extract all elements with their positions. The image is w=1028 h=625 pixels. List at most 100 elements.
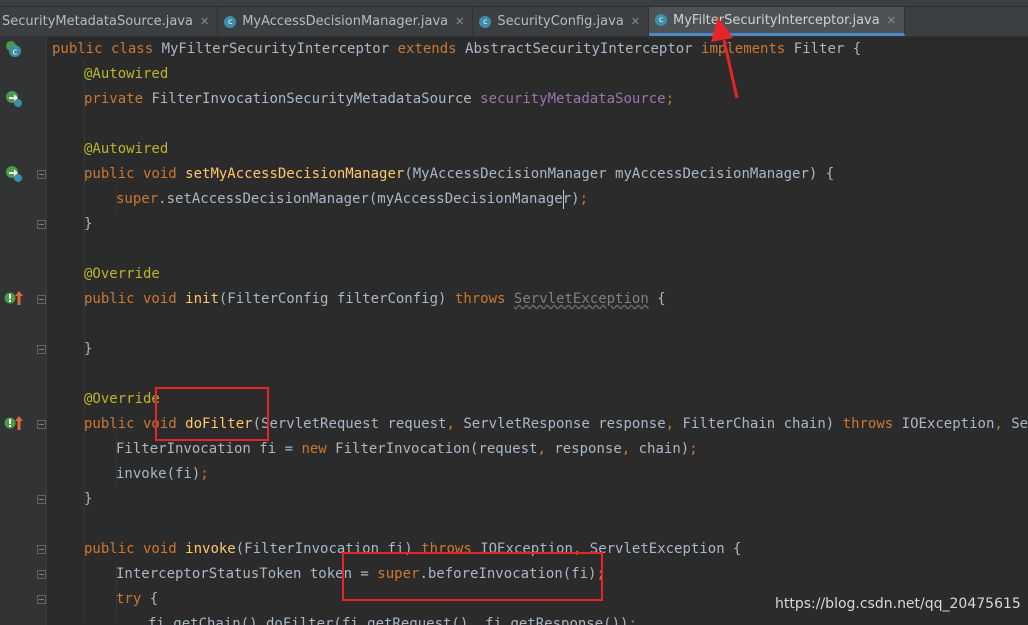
punctuation: , xyxy=(994,416,1012,432)
punctuation: , xyxy=(621,441,639,457)
code-line-13[interactable]: } xyxy=(84,337,92,362)
keyword: public void xyxy=(84,166,186,182)
keyword: public class xyxy=(52,41,162,57)
method-call: .setAccessDecisionManager(myAccessDecisi… xyxy=(158,191,580,207)
fold-marker[interactable] xyxy=(37,420,46,429)
close-icon[interactable]: ✕ xyxy=(887,14,896,27)
punctuation: ; xyxy=(689,441,698,457)
tab-label: SecurityConfig.java xyxy=(497,14,624,29)
implementing-icon[interactable] xyxy=(4,164,24,184)
keyword: throws xyxy=(454,291,514,307)
tab-my-access-decision-manager[interactable]: c MyAccessDecisionManager.java ✕ xyxy=(218,7,474,36)
code-line-8[interactable]: } xyxy=(84,212,92,237)
type-name: AbstractSecurityInterceptor xyxy=(465,41,702,57)
highlight-box-dofilter xyxy=(155,387,269,441)
code-line-5[interactable]: @Autowired xyxy=(84,137,168,162)
keyword: new xyxy=(301,441,336,457)
type-name: Filter { xyxy=(793,41,862,57)
keyword: super xyxy=(116,191,159,207)
parameter: (ServletRequest request xyxy=(252,416,447,432)
tab-label: SecurityMetadataSource.java xyxy=(2,14,193,29)
argument: chain) xyxy=(638,441,690,457)
tab-security-config[interactable]: c SecurityConfig.java ✕ xyxy=(473,7,650,36)
text-caret xyxy=(563,190,564,209)
fold-marker[interactable] xyxy=(37,545,46,554)
editor-tab-bar: SecurityMetadataSource.java ✕ c MyAccess… xyxy=(0,0,1028,37)
method-call: fi.getResponse()) xyxy=(485,616,629,625)
parameter: FilterChain chain) xyxy=(682,416,843,432)
fold-marker[interactable] xyxy=(37,170,46,179)
punctuation: ; xyxy=(200,466,209,482)
implementing-icon[interactable] xyxy=(4,89,24,109)
statement: InterceptorStatusToken token = xyxy=(116,566,378,582)
fold-marker[interactable] xyxy=(37,570,46,579)
code-line-10[interactable]: @Override xyxy=(84,262,160,287)
method-name: setMyAccessDecisionManager xyxy=(185,166,405,182)
punctuation: ; xyxy=(665,91,675,107)
keyword: public void xyxy=(84,291,186,307)
code-line-6[interactable]: public void setMyAccessDecisionManager(M… xyxy=(84,162,834,187)
tab-my-filter-security-interceptor[interactable]: c MyFilterSecurityInterceptor.java ✕ xyxy=(649,7,905,36)
fold-marker[interactable] xyxy=(37,595,46,604)
class-icon[interactable]: c xyxy=(4,39,24,59)
constructor-call: FilterInvocation(request xyxy=(335,441,538,457)
code-line-1[interactable]: public class MyFilterSecurityInterceptor… xyxy=(52,37,861,62)
code-editor[interactable]: public class MyFilterSecurityInterceptor… xyxy=(52,37,1028,625)
annotation: @Autowired xyxy=(84,141,169,157)
brace: } xyxy=(84,216,93,232)
code-line-11[interactable]: public void init(FilterConfig filterConf… xyxy=(84,287,666,312)
annotation: @Autowired xyxy=(84,66,169,82)
tab-label: MyFilterSecurityInterceptor.java xyxy=(673,12,880,28)
class-icon: c xyxy=(655,14,668,26)
close-icon[interactable]: ✕ xyxy=(631,15,640,28)
exception-type: IOException xyxy=(901,416,995,432)
code-line-19[interactable]: } xyxy=(84,487,92,512)
code-line-23[interactable]: try { xyxy=(116,587,158,612)
fold-marker[interactable] xyxy=(37,345,46,354)
parameters: (MyAccessDecisionManager myAccessDecisio… xyxy=(404,166,835,182)
code-line-7[interactable]: super.setAccessDecisionManager(myAccessD… xyxy=(116,187,588,212)
punctuation: , xyxy=(537,441,555,457)
brace: } xyxy=(84,491,93,507)
annotation: @Override xyxy=(84,391,160,407)
watermark: https://blog.csdn.net/qq_20475615 xyxy=(775,596,1021,612)
tab-security-metadata-source[interactable]: SecurityMetadataSource.java ✕ xyxy=(0,7,219,36)
method-call: invoke(fi) xyxy=(116,466,201,482)
close-icon[interactable]: ✕ xyxy=(200,15,209,28)
punctuation: ; xyxy=(628,616,637,625)
code-line-3[interactable]: private FilterInvocationSecurityMetadata… xyxy=(84,87,674,112)
class-name: MyFilterSecurityInterceptor xyxy=(161,41,398,57)
fold-marker[interactable] xyxy=(37,295,46,304)
keyword: private xyxy=(84,91,152,107)
punctuation: , xyxy=(446,416,464,432)
code-line-18[interactable]: invoke(fi); xyxy=(116,462,209,487)
brace: } xyxy=(84,341,93,357)
punctuation: , xyxy=(665,416,683,432)
fold-marker[interactable] xyxy=(37,220,46,229)
keyword: implements xyxy=(701,41,794,57)
code-line-15[interactable]: @Override xyxy=(84,387,160,412)
punctuation: , xyxy=(468,616,486,625)
editor-gutter: c xyxy=(0,37,47,625)
tabs: SecurityMetadataSource.java ✕ c MyAccess… xyxy=(0,7,905,36)
parameters: (FilterConfig filterConfig) xyxy=(218,291,455,307)
override-icon[interactable] xyxy=(3,414,25,432)
type-name: FilterInvocationSecurityMetadataSource xyxy=(151,91,481,107)
tab-label: MyAccessDecisionManager.java xyxy=(242,14,449,29)
code-line-2[interactable]: @Autowired xyxy=(84,62,168,87)
close-icon[interactable]: ✕ xyxy=(455,15,464,28)
highlight-box-before-invocation xyxy=(342,552,603,601)
method-name: init xyxy=(185,291,219,307)
keyword: try xyxy=(116,591,150,607)
override-icon[interactable] xyxy=(3,289,25,307)
class-icon: c xyxy=(479,15,492,28)
exception-type: ServletException { xyxy=(589,541,742,557)
fold-marker[interactable] xyxy=(37,495,46,504)
punctuation: ; xyxy=(579,191,589,207)
class-icon: c xyxy=(224,15,237,28)
method-name: invoke xyxy=(185,541,236,557)
code-line-24[interactable]: fi.getChain().doFilter(fi.getRequest(), … xyxy=(148,612,637,625)
method-call: fi.getChain().doFilter(fi.getRequest() xyxy=(148,616,469,625)
argument: response xyxy=(554,441,622,457)
annotation: @Override xyxy=(84,266,160,282)
